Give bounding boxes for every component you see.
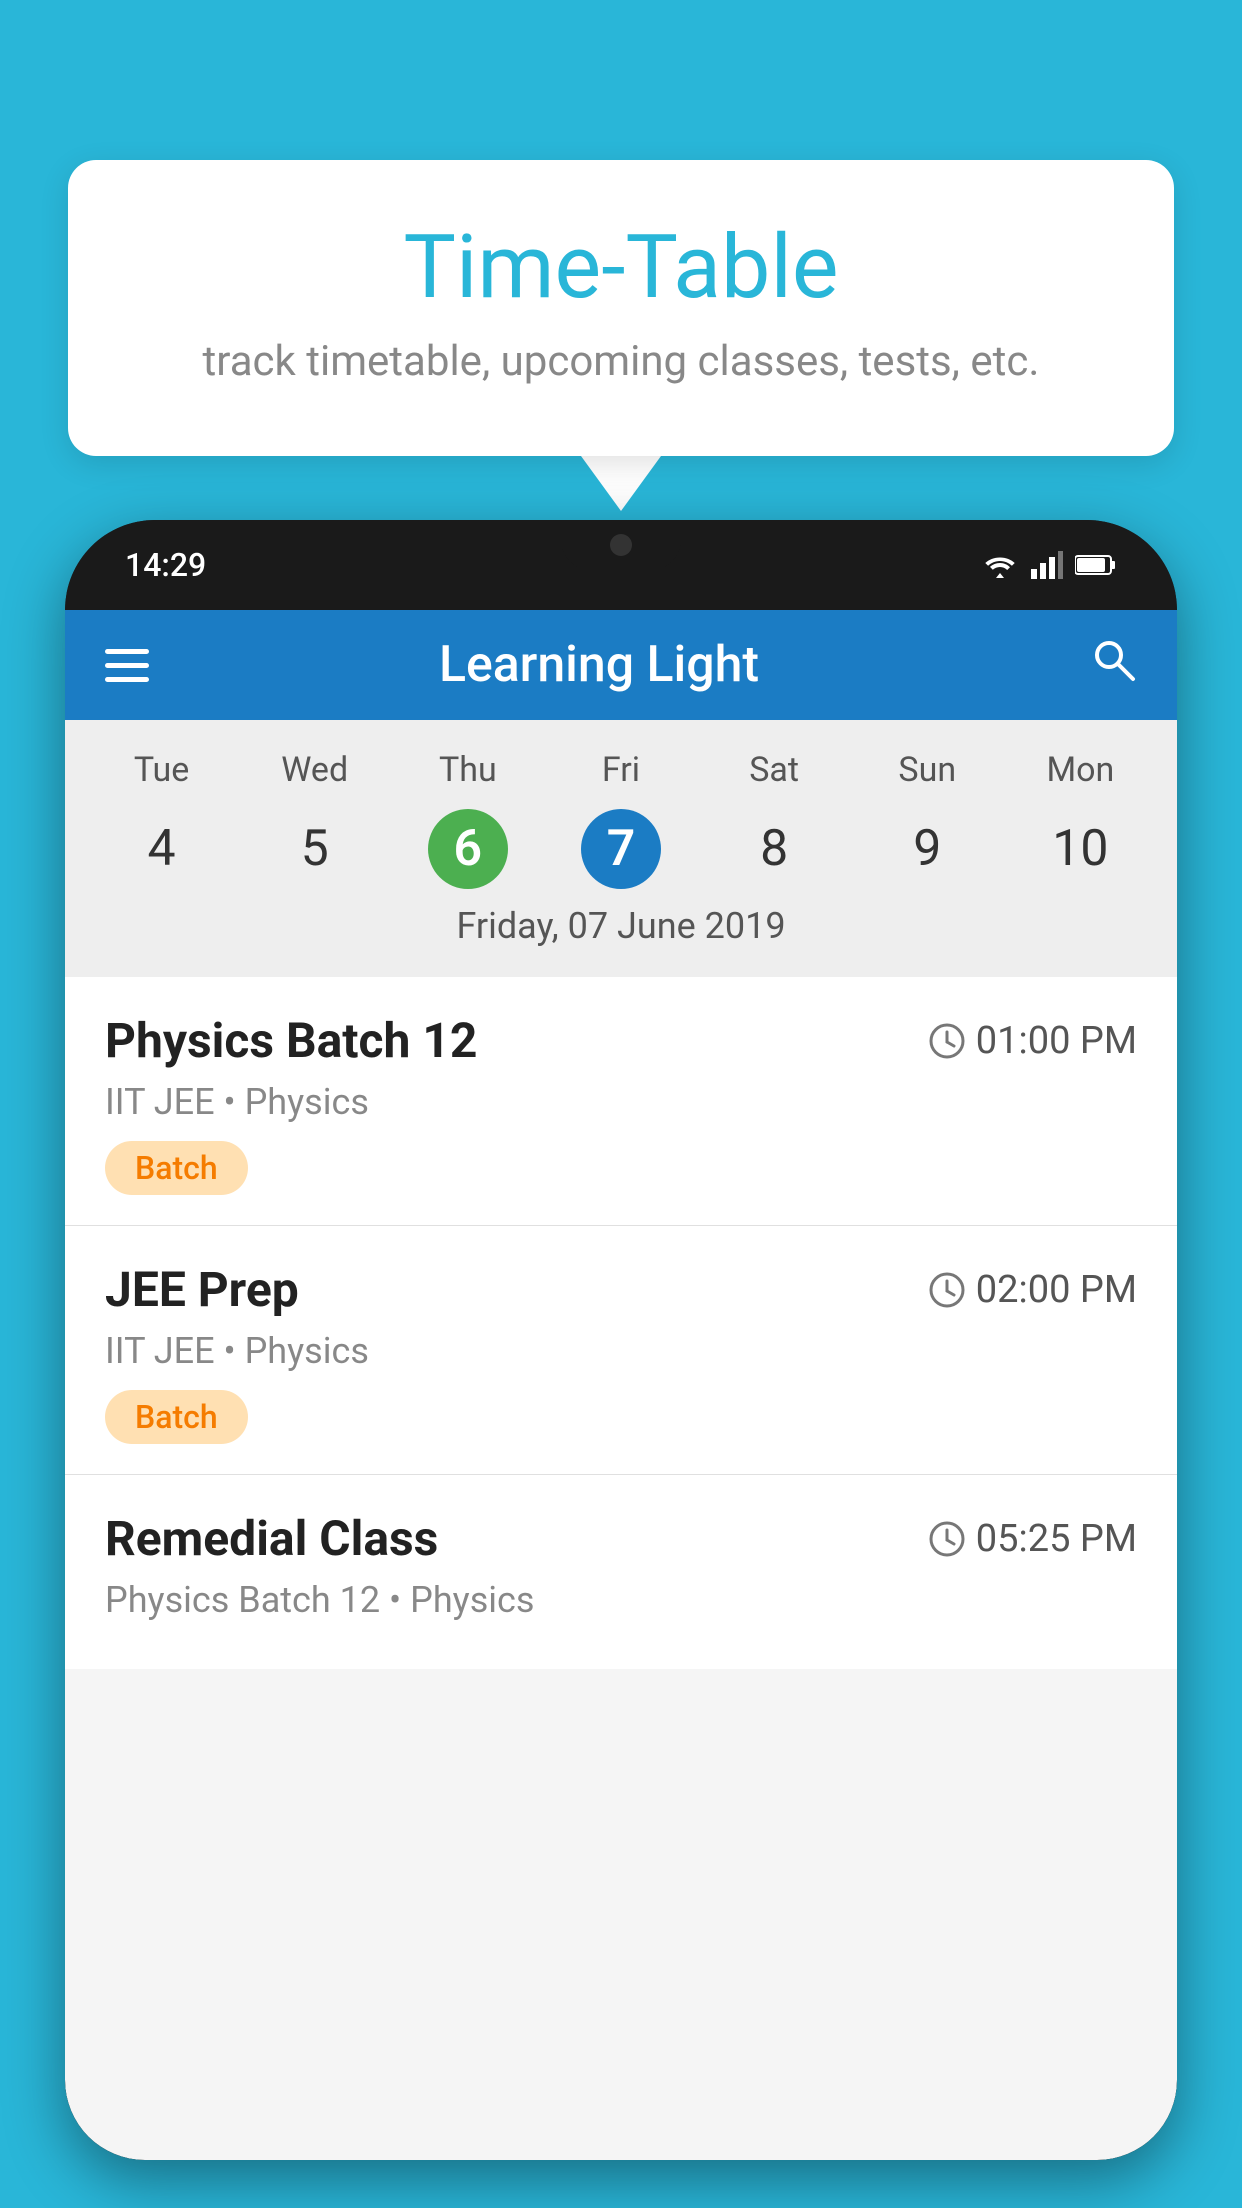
day-sat: Sat — [698, 740, 851, 800]
date-9[interactable]: 9 — [851, 805, 1004, 893]
day-fri: Fri — [544, 740, 697, 800]
clock-icon-3 — [928, 1520, 966, 1558]
date-7[interactable]: 7 — [544, 805, 697, 893]
calendar-strip: Tue Wed Thu Fri Sat Sun Mon 4 5 — [65, 720, 1177, 977]
schedule-item-3-time: 05:25 PM — [928, 1517, 1137, 1561]
day-mon: Mon — [1004, 740, 1157, 800]
date-8[interactable]: 8 — [698, 805, 851, 893]
schedule-item-2-tag: Batch — [105, 1390, 248, 1444]
wifi-icon — [981, 551, 1019, 579]
schedule-item-2-time: 02:00 PM — [928, 1268, 1137, 1312]
status-bar: 14:29 — [65, 520, 1177, 610]
schedule-item-1-subtitle: IIT JEE • Physics — [105, 1081, 1137, 1123]
speech-bubble-section: Time-Table track timetable, upcoming cla… — [68, 160, 1174, 511]
clock-icon-2 — [928, 1271, 966, 1309]
days-row: Tue Wed Thu Fri Sat Sun Mon — [65, 740, 1177, 800]
schedule-item-2[interactable]: JEE Prep 02:00 PM IIT JEE • Physics Batc… — [65, 1226, 1177, 1475]
phone-container: 14:29 — [65, 520, 1177, 2208]
day-tue: Tue — [85, 740, 238, 800]
schedule-item-3-title: Remedial Class — [105, 1510, 438, 1567]
day-sun: Sun — [851, 740, 1004, 800]
status-icons — [981, 551, 1117, 579]
schedule-item-3[interactable]: Remedial Class 05:25 PM Physics Batch 12… — [65, 1475, 1177, 1669]
date-10[interactable]: 10 — [1004, 805, 1157, 893]
schedule-item-2-header: JEE Prep 02:00 PM — [105, 1261, 1137, 1318]
camera — [610, 534, 632, 556]
schedule-item-1[interactable]: Physics Batch 12 01:00 PM IIT JEE • Phys… — [65, 977, 1177, 1226]
signal-icon — [1031, 551, 1063, 579]
phone-screen: Learning Light Tue Wed Thu Fri Sat Sun — [65, 610, 1177, 2160]
search-button[interactable] — [1089, 635, 1137, 696]
schedule-item-2-subtitle: IIT JEE • Physics — [105, 1330, 1137, 1372]
app-title: Learning Light — [149, 636, 1049, 694]
schedule-list: Physics Batch 12 01:00 PM IIT JEE • Phys… — [65, 977, 1177, 1669]
schedule-item-3-subtitle: Physics Batch 12 • Physics — [105, 1579, 1137, 1621]
schedule-item-3-header: Remedial Class 05:25 PM — [105, 1510, 1137, 1567]
hamburger-menu-icon[interactable] — [105, 649, 149, 682]
notch — [561, 520, 681, 570]
speech-bubble-subtitle: track timetable, upcoming classes, tests… — [148, 337, 1094, 386]
date-5[interactable]: 5 — [238, 805, 391, 893]
date-4[interactable]: 4 — [85, 805, 238, 893]
battery-icon — [1075, 553, 1117, 577]
schedule-item-1-tag: Batch — [105, 1141, 248, 1195]
schedule-item-1-header: Physics Batch 12 01:00 PM — [105, 1012, 1137, 1069]
date-6[interactable]: 6 — [391, 805, 544, 893]
speech-bubble-title: Time-Table — [148, 220, 1094, 317]
schedule-item-1-time: 01:00 PM — [928, 1019, 1137, 1063]
schedule-item-1-title: Physics Batch 12 — [105, 1012, 477, 1069]
schedule-item-2-title: JEE Prep — [105, 1261, 299, 1318]
clock-icon — [928, 1022, 966, 1060]
status-time: 14:29 — [125, 546, 206, 584]
speech-bubble-arrow — [581, 456, 661, 511]
speech-bubble-card: Time-Table track timetable, upcoming cla… — [68, 160, 1174, 456]
day-wed: Wed — [238, 740, 391, 800]
app-header: Learning Light — [65, 610, 1177, 720]
dates-row: 4 5 6 7 8 9 — [65, 805, 1177, 893]
phone-frame: 14:29 — [65, 520, 1177, 2160]
selected-date-label: Friday, 07 June 2019 — [65, 893, 1177, 967]
day-thu: Thu — [391, 740, 544, 800]
